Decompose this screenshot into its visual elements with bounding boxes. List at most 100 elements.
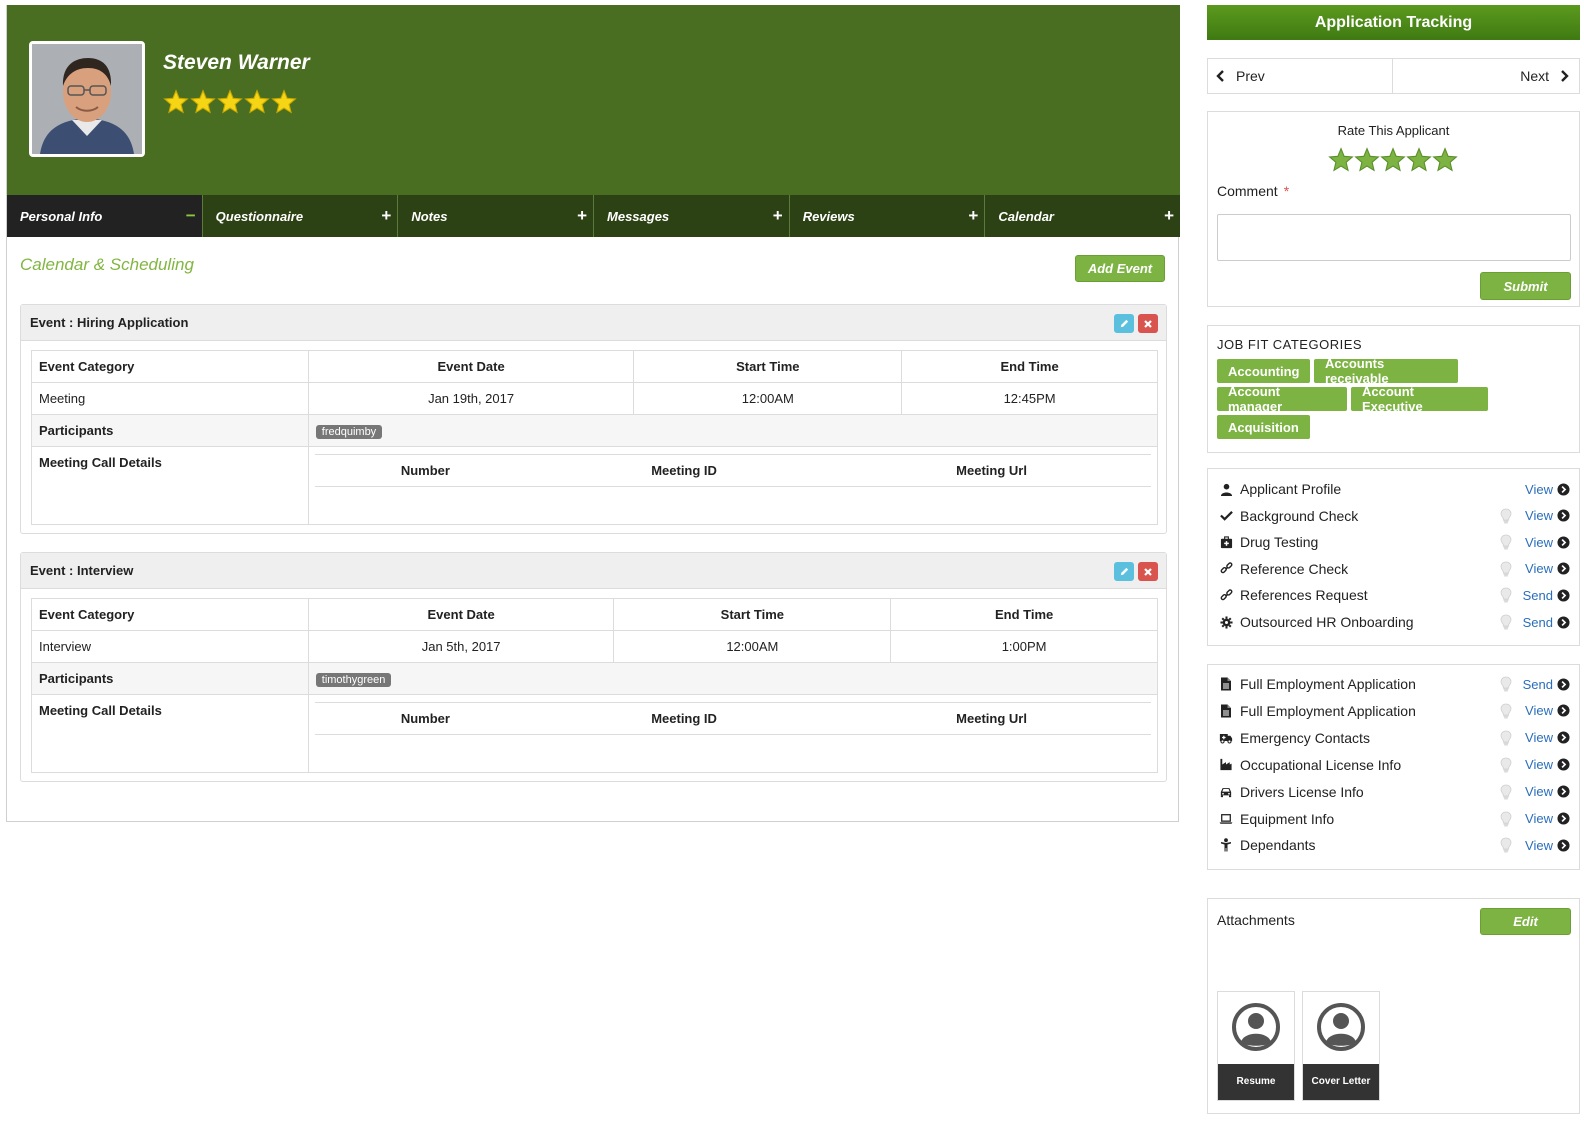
chevron-circle-right-icon[interactable] [1557, 785, 1570, 798]
tab-notes[interactable]: Notes + [398, 195, 595, 237]
event-start-time: 12:00AM [633, 382, 903, 415]
forms-box: Full Employment Application Send Full Em… [1207, 664, 1580, 870]
chevron-circle-right-icon[interactable] [1557, 482, 1570, 496]
tab-messages[interactable]: Messages + [594, 195, 790, 237]
chevron-circle-right-icon[interactable] [1557, 731, 1570, 744]
job-fit-chip[interactable]: Acquisition [1217, 415, 1310, 439]
view-link[interactable]: View [1525, 482, 1553, 497]
chevron-right-icon [1561, 70, 1569, 82]
attachment-cover-letter[interactable]: Cover Letter [1302, 991, 1380, 1101]
expand-icon[interactable]: + [773, 206, 783, 226]
view-link[interactable]: View [1525, 703, 1553, 718]
edit-event-button[interactable] [1114, 314, 1134, 333]
pencil-icon [1120, 319, 1128, 328]
view-link[interactable]: View [1525, 784, 1553, 799]
event-header: Event : Interview [21, 553, 1166, 589]
lightbulb-icon [1500, 587, 1512, 603]
item-label-background-check: Background Check [1240, 507, 1359, 524]
expand-icon[interactable]: + [577, 206, 587, 226]
lightbulb-icon [1500, 676, 1512, 692]
tab-reviews[interactable]: Reviews + [790, 195, 986, 237]
comment-label-text: Comment [1217, 183, 1278, 199]
tab-label: Messages [607, 208, 670, 224]
view-link[interactable]: View [1525, 811, 1553, 826]
avatar [29, 41, 145, 157]
job-fit-chip[interactable]: Account manager [1217, 384, 1347, 414]
send-link[interactable]: Send [1523, 588, 1553, 603]
ambulance-icon [1219, 731, 1233, 745]
send-link[interactable]: Send [1523, 615, 1553, 630]
chevron-circle-right-icon[interactable] [1557, 589, 1570, 602]
item-label-reference-check: Reference Check [1240, 560, 1349, 577]
attachment-resume[interactable]: Resume [1217, 991, 1295, 1101]
chevron-circle-right-icon[interactable] [1557, 677, 1570, 691]
list-item: Background Check View [1208, 503, 1579, 529]
col-header: Event Date [307, 350, 635, 383]
job-fit-title: JOB FIT CATEGORIES [1217, 337, 1363, 352]
laptop-icon [1219, 812, 1233, 826]
lightbulb-icon [1500, 703, 1512, 719]
add-event-button[interactable]: Add Event [1075, 255, 1165, 282]
submit-button[interactable]: Submit [1480, 272, 1571, 300]
col-header: End Time [890, 598, 1158, 631]
chevron-circle-right-icon[interactable] [1557, 536, 1570, 549]
view-link[interactable]: View [1525, 838, 1553, 853]
participants-label: Participants [31, 414, 309, 447]
attachment-label: Resume [1218, 1064, 1294, 1100]
chevron-circle-right-icon[interactable] [1557, 509, 1570, 522]
view-link[interactable]: View [1525, 730, 1553, 745]
expand-icon[interactable]: + [968, 206, 978, 226]
sidebar-title: Application Tracking [1207, 5, 1580, 40]
event-title: Event : Interview [30, 563, 134, 578]
rate-stars[interactable] [1328, 147, 1458, 178]
medkit-icon [1219, 535, 1233, 549]
view-link[interactable]: View [1525, 561, 1553, 576]
chevron-circle-right-icon[interactable] [1557, 758, 1570, 771]
delete-event-button[interactable] [1138, 562, 1158, 581]
chevron-circle-right-icon[interactable] [1557, 562, 1570, 575]
event-end-time: 1:00PM [890, 630, 1158, 663]
rate-star-icon[interactable] [1328, 147, 1354, 178]
pencil-icon [1120, 567, 1128, 576]
chevron-circle-right-icon[interactable] [1557, 615, 1570, 629]
event-category: Interview [31, 630, 309, 663]
item-label-full-employment-application: Full Employment Application [1240, 702, 1416, 719]
view-link[interactable]: View [1525, 535, 1553, 550]
edit-event-button[interactable] [1114, 562, 1134, 581]
industry-icon [1219, 758, 1233, 772]
job-fit-chip[interactable]: Account Executive [1351, 384, 1488, 414]
send-link[interactable]: Send [1523, 677, 1553, 692]
tab-calendar[interactable]: Calendar + [985, 195, 1180, 237]
rate-star-icon[interactable] [1380, 147, 1406, 178]
view-link[interactable]: View [1525, 757, 1553, 772]
rate-star-icon[interactable] [1432, 147, 1458, 178]
rate-star-icon[interactable] [1354, 147, 1380, 178]
file-icon [1219, 704, 1233, 718]
collapse-icon[interactable]: − [186, 206, 196, 226]
comment-input[interactable] [1217, 214, 1571, 261]
attachments-box: Attachments Edit Resume Cover Letter [1207, 898, 1580, 1114]
link-icon [1219, 588, 1233, 602]
list-item: Reference Check View [1208, 556, 1579, 582]
job-fit-chip[interactable]: Accounts receivable [1314, 356, 1458, 386]
expand-icon[interactable]: + [1164, 206, 1174, 226]
section-tabs: Personal Info − Questionnaire + Notes + Messag… [7, 195, 1180, 237]
col-header: Meeting ID [536, 454, 833, 487]
expand-icon[interactable]: + [381, 206, 391, 226]
edit-attachments-button[interactable]: Edit [1480, 908, 1571, 935]
chevron-circle-right-icon[interactable] [1557, 812, 1570, 825]
tab-questionnaire[interactable]: Questionnaire + [203, 195, 399, 237]
col-header: Event Category [31, 350, 309, 383]
tab-personal-info[interactable]: Personal Info − [7, 195, 203, 237]
col-header: Start Time [613, 598, 892, 631]
view-link[interactable]: View [1525, 508, 1553, 523]
next-button[interactable]: Next [1393, 59, 1579, 93]
job-fit-chip[interactable]: Accounting [1217, 359, 1310, 383]
chevron-circle-right-icon[interactable] [1557, 704, 1570, 717]
meeting-details-cell: Number Meeting ID Meeting Url [307, 694, 1159, 773]
prev-button[interactable]: Prev [1208, 59, 1393, 93]
chevron-circle-right-icon[interactable] [1557, 839, 1570, 852]
delete-event-button[interactable] [1138, 314, 1158, 333]
list-item: Applicant Profile View [1208, 476, 1579, 502]
rate-star-icon[interactable] [1406, 147, 1432, 178]
